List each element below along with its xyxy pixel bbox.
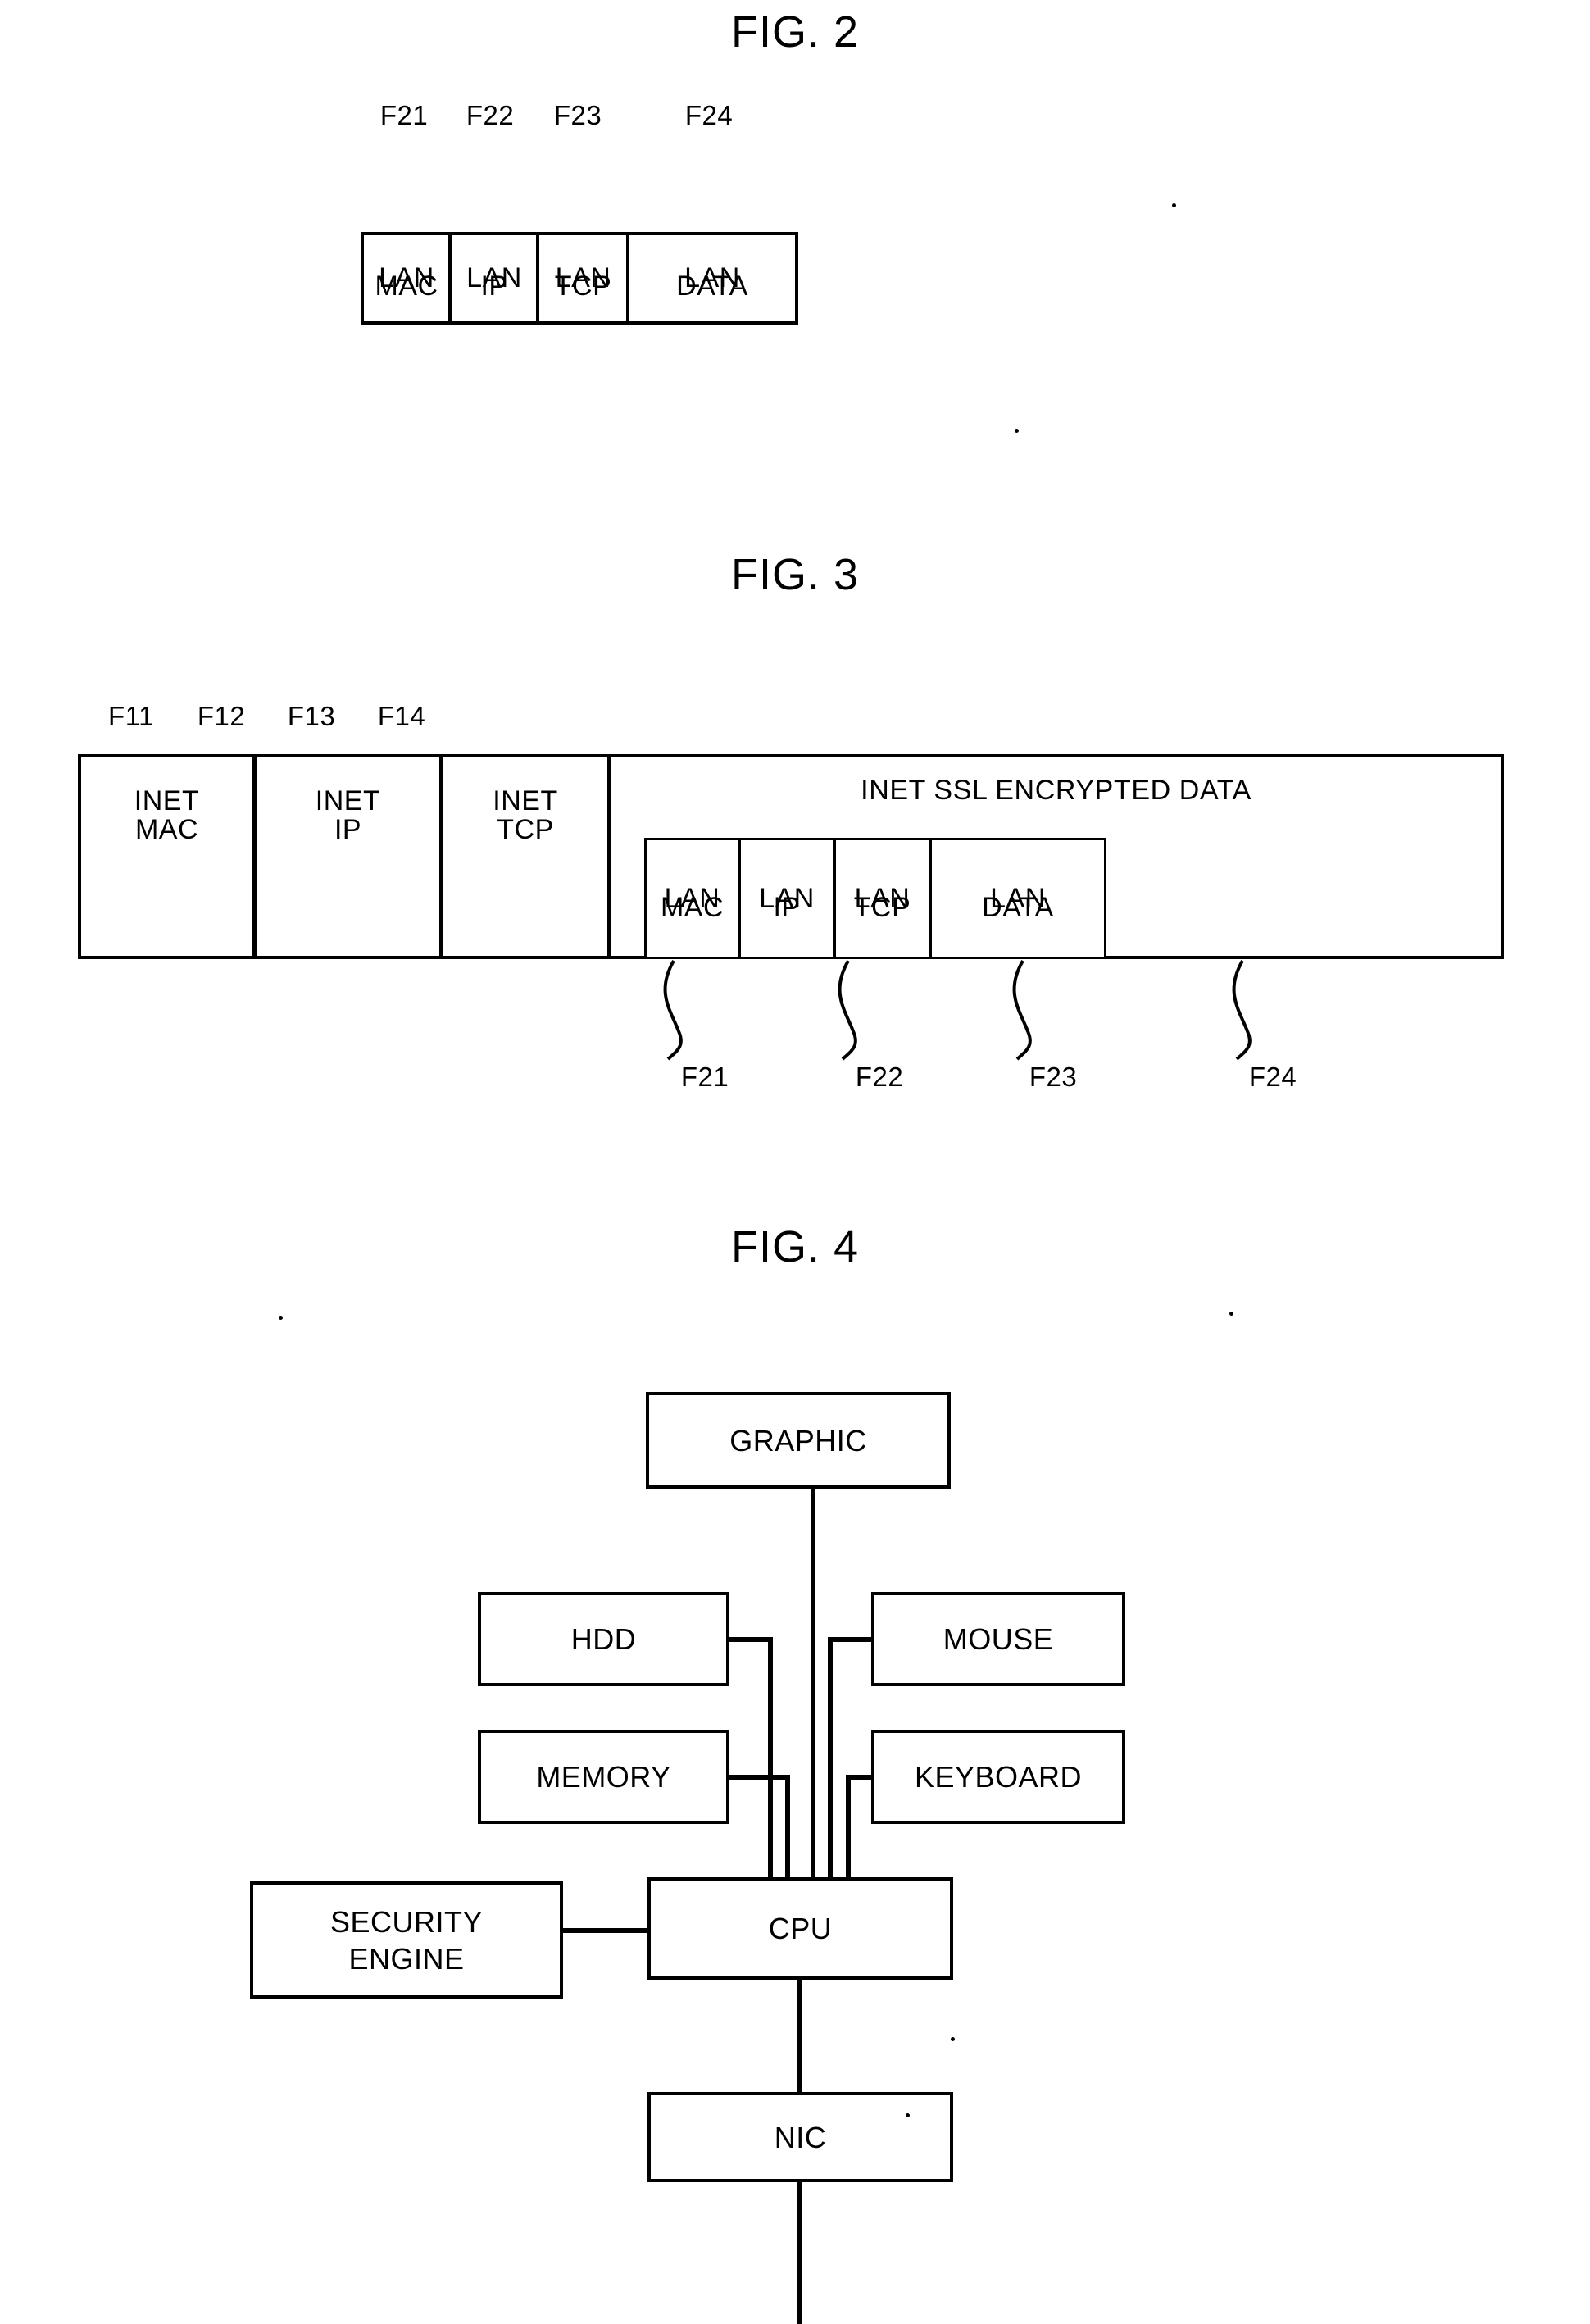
fig4-block-mouse-label: MOUSE (943, 1622, 1054, 1656)
fig2-cell-lan-mac-line2: MAC (375, 271, 438, 302)
scan-speck (279, 1316, 283, 1320)
fig3-inner-cell-lan-tcp-line2: TCP (853, 892, 911, 923)
fig4-block-graphic-label: GRAPHIC (729, 1423, 867, 1458)
fig4-link-hdd-cpu (729, 1637, 773, 1877)
fig3-ref-label-f13: F13 (287, 701, 336, 731)
fig3-title: FIG. 3 (730, 550, 860, 599)
fig3-callout-label-f22: F22 (855, 1062, 904, 1092)
fig2-ref-label-f22: F22 (466, 100, 515, 130)
fig4-block-hdd: HDD (478, 1592, 729, 1686)
fig3-cell-inet-tcp-line2: TCP (497, 814, 554, 845)
fig3-callout-label-f21: F21 (680, 1062, 729, 1092)
fig3-inner-cell-lan-mac-line2: MAC (660, 892, 725, 923)
fig3-callout-label-f24: F24 (1248, 1062, 1297, 1092)
fig3-cell-inet-tcp: INET (440, 754, 611, 959)
fig4-block-graphic: GRAPHIC (646, 1392, 951, 1489)
fig4-block-security-engine-label: SECURITY ENGINE (329, 1904, 484, 1976)
fig3-cell-inet-ip-line2: IP (334, 814, 362, 845)
fig4-block-hdd-label: HDD (570, 1622, 637, 1656)
fig4-block-keyboard-label: KEYBOARD (914, 1760, 1083, 1794)
fig4-link-memory-cpu (729, 1775, 790, 1877)
scan-speck (1015, 429, 1019, 433)
fig4-block-nic-label: NIC (774, 2120, 827, 2154)
fig3-cell-inet-ip: INET (253, 754, 443, 959)
fig3-ssl-caption: INET SSL ENCRYPTED DATA (861, 775, 1252, 806)
scan-speck (951, 2037, 955, 2041)
fig3-leader-f22 (838, 959, 857, 1061)
fig4-title: FIG. 4 (730, 1222, 860, 1271)
fig2-ref-label-f23: F23 (553, 100, 602, 130)
fig2-cell-lan-ip-line2: IP (480, 271, 508, 302)
fig3-ref-label-f12: F12 (197, 701, 246, 731)
fig4-block-nic: NIC (647, 2092, 953, 2182)
fig3-inner-cell-lan-data-line2: DATA (982, 892, 1054, 923)
fig3-ref-label-f14: F14 (377, 701, 426, 731)
fig4-link-mouse-cpu (828, 1637, 871, 1877)
fig4-block-mouse: MOUSE (871, 1592, 1125, 1686)
fig2-cell-lan-data-line2: DATA (676, 271, 748, 302)
fig3-callout-label-f23: F23 (1029, 1062, 1078, 1092)
fig3-ref-label-f11: F11 (108, 701, 154, 731)
fig4-block-cpu: CPU (647, 1877, 953, 1980)
fig4-block-keyboard: KEYBOARD (871, 1730, 1125, 1824)
patent-figure-sheet: FIG. 2 F21 F22 F23 F24 LAN LAN LAN LAN M… (0, 0, 1590, 2324)
fig2-ref-label-f24: F24 (684, 100, 734, 130)
fig2-ref-label-f21: F21 (379, 100, 429, 130)
fig3-cell-inet-mac: INET (78, 754, 256, 959)
fig3-leader-f23 (1012, 959, 1032, 1061)
fig2-title: FIG. 2 (730, 7, 860, 57)
fig4-block-memory: MEMORY (478, 1730, 729, 1824)
scan-speck (906, 2113, 910, 2117)
fig4-block-cpu-label: CPU (768, 1912, 833, 1945)
fig2-cell-lan-tcp-line2: TCP (554, 271, 612, 302)
fig3-cell-inet-mac-line2: MAC (134, 814, 199, 845)
fig3-leader-f24 (1232, 959, 1252, 1061)
fig4-link-keyboard-cpu (846, 1775, 871, 1877)
fig3-leader-f21 (663, 959, 683, 1061)
fig4-block-memory-label: MEMORY (536, 1760, 671, 1794)
fig4-block-security-engine: SECURITY ENGINE (250, 1881, 563, 1999)
scan-speck (1172, 203, 1176, 207)
fig3-inner-cell-lan-ip-line2: IP (773, 892, 801, 923)
scan-speck (1229, 1312, 1233, 1316)
